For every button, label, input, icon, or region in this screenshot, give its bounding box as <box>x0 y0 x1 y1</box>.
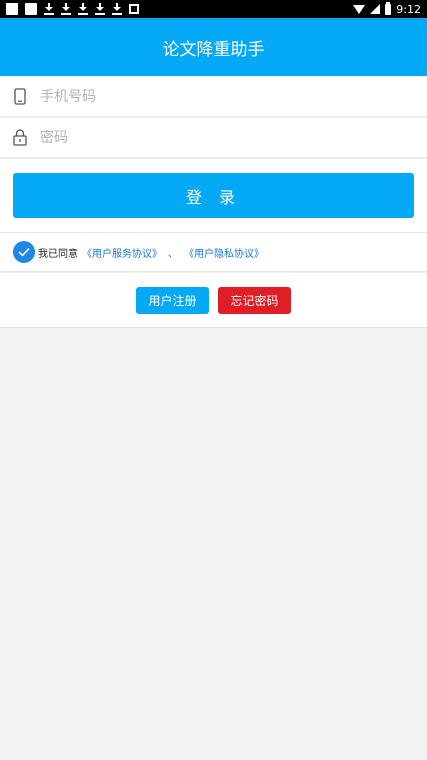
status-bar: 9:12 <box>0 0 427 18</box>
privacy-agreement-link[interactable]: 《用户隐私协议》 <box>184 245 264 260</box>
action-buttons: 用户注册 忘记密码 <box>0 273 427 328</box>
download-icon <box>61 3 71 15</box>
notification-icons <box>6 3 139 15</box>
agreement-row: 我已同意 《用户服务协议》 、 《用户隐私协议》 <box>0 233 427 272</box>
download-icon <box>112 3 122 15</box>
register-button[interactable]: 用户注册 <box>136 286 209 314</box>
forgot-password-button[interactable]: 忘记密码 <box>218 286 291 314</box>
login-section: 登 录 <box>0 159 427 233</box>
password-row <box>0 118 427 158</box>
download-icon <box>95 3 105 15</box>
system-icons: 9:12 <box>353 1 421 16</box>
phone-icon <box>0 88 40 105</box>
page-title: 论文降重助手 <box>162 39 265 60</box>
login-button[interactable]: 登 录 <box>13 173 414 218</box>
phone-row <box>0 77 427 117</box>
download-icon <box>78 3 88 15</box>
app-header: 论文降重助手 <box>0 18 427 76</box>
signal-icon <box>370 4 381 14</box>
wifi-icon <box>353 4 366 14</box>
notification-square-icon <box>6 3 18 15</box>
agreement-separator: 、 <box>168 248 178 260</box>
phone-input[interactable] <box>40 88 400 105</box>
agree-text: 我已同意 <box>38 248 78 260</box>
lock-icon <box>0 129 40 146</box>
password-input[interactable] <box>40 129 400 146</box>
status-time: 9:12 <box>396 2 421 16</box>
battery-icon <box>385 1 392 15</box>
agree-checkbox[interactable] <box>13 241 35 263</box>
checkmark-icon <box>18 247 30 257</box>
service-agreement-link[interactable]: 《用户服务协议》 <box>82 245 162 260</box>
app-notification-icon <box>129 4 139 14</box>
notification-square-icon <box>25 3 37 15</box>
download-icon <box>44 3 54 15</box>
